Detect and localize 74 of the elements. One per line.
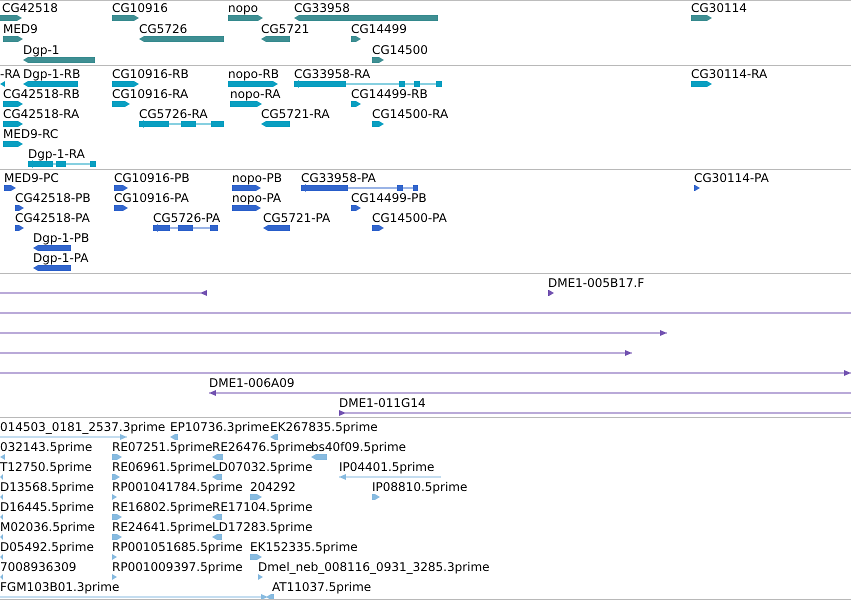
feature-label: CG14499-PB	[351, 191, 427, 205]
feature-label: CG42518-PA	[15, 211, 90, 225]
feature-label: nopo	[228, 1, 258, 15]
feature-label: nopo-PA	[232, 191, 282, 205]
feature-label: CG30114-PA	[694, 171, 769, 185]
feature-label: CG10916-RB	[112, 67, 189, 81]
feature-label: 7008936309	[0, 560, 76, 574]
feature-label: Dgp-1-RB	[23, 67, 80, 81]
feature-label: CG14500-RA	[372, 107, 448, 121]
feature-label: RE24641.5prime	[112, 520, 212, 534]
feature-label: RE16802.5prime	[112, 500, 212, 514]
feature-label: EK152335.5prime	[250, 540, 358, 554]
feature-label: CG14500-PA	[372, 211, 447, 225]
feature-label: RE26476.5prime	[212, 440, 312, 454]
feature-label: DME1-006A09	[209, 376, 295, 390]
feature-label: D13568.5prime	[0, 480, 94, 494]
feature-label: CG10916	[112, 1, 168, 15]
feature-label: RE17104.5prime	[212, 500, 312, 514]
feature-label: CG5721-PA	[263, 211, 330, 225]
feature-label: -RA	[0, 67, 20, 81]
feature-label: CG42518-RB	[3, 87, 80, 101]
feature-label: CG10916-PA	[114, 191, 189, 205]
feature-label: LD17283.5prime	[212, 520, 313, 534]
feature-label: D05492.5prime	[0, 540, 94, 554]
feature-label: CG5726	[139, 22, 188, 36]
feature-label: CG33958	[294, 1, 350, 15]
feature-label: CG5721-RA	[261, 107, 330, 121]
feature-label: CG10916-RA	[112, 87, 188, 101]
feature-label: MED9	[3, 22, 38, 36]
feature-label: RE06961.5prime	[112, 460, 212, 474]
feature-label: RP001041784.5prime	[112, 480, 243, 494]
feature-label: D16445.5prime	[0, 500, 94, 514]
feature-label: Dgp-1-PA	[33, 251, 88, 265]
feature-label: nopo-RB	[228, 67, 280, 81]
feature-label: CG5726-RA	[139, 107, 208, 121]
feature-label: CG14499	[351, 22, 407, 36]
feature-label: EK267835.5prime	[270, 420, 378, 434]
feature-label: IP08810.5prime	[372, 480, 468, 494]
feature-label: Dmel_neb_008116_0931_3285.3prime	[258, 560, 490, 574]
feature-label: RP001051685.5prime	[112, 540, 243, 554]
feature-label: CG14500	[372, 43, 428, 57]
feature-label: LD07032.5prime	[212, 460, 313, 474]
feature-label: AT11037.5prime	[272, 580, 372, 594]
feature-label: CG30114	[691, 1, 747, 15]
feature-label: 032143.5prime	[0, 440, 92, 454]
feature-label: RE07251.5prime	[112, 440, 212, 454]
feature-label: M02036.5prime	[0, 520, 95, 534]
feature-label: CG33958-RA	[294, 67, 370, 81]
feature-label: CG5726-PA	[153, 211, 220, 225]
feature-label: CG42518-RA	[3, 107, 80, 121]
feature-label: DME1-005B17.F	[548, 276, 644, 290]
feature-label: MED9-PC	[4, 171, 59, 185]
feature-label: EP10736.3prime	[170, 420, 270, 434]
feature-label: 204292	[250, 480, 296, 494]
feature-label: Dgp-1-RA	[28, 147, 85, 161]
feature-label: nopo-PB	[232, 171, 282, 185]
feature-label: Dgp-1	[23, 43, 60, 57]
feature-label: DME1-011G14	[339, 396, 426, 410]
feature-label: IP04401.5prime	[339, 460, 434, 474]
feature-label: CG10916-PB	[114, 171, 190, 185]
feature-label: Dgp-1-PB	[33, 231, 90, 245]
feature-label: CG42518-PB	[15, 191, 91, 205]
feature-label: MED9-RC	[3, 127, 58, 141]
feature-label: 014503_0181_2537.3prime	[0, 420, 166, 434]
feature-label: CG42518	[2, 1, 58, 15]
feature-label: CG5721	[261, 22, 310, 36]
feature-label: nopo-RA	[230, 87, 281, 101]
feature-label: T12750.5prime	[0, 460, 92, 474]
feature-label: RP001009397.5prime	[112, 560, 243, 574]
feature-label: FGM103B01.3prime	[0, 580, 120, 594]
feature-label: bs40f09.5prime	[311, 440, 406, 454]
feature-label: CG30114-RA	[691, 67, 768, 81]
feature-label: CG14499-RB	[351, 87, 428, 101]
feature-label: CG33958-PA	[301, 171, 376, 185]
